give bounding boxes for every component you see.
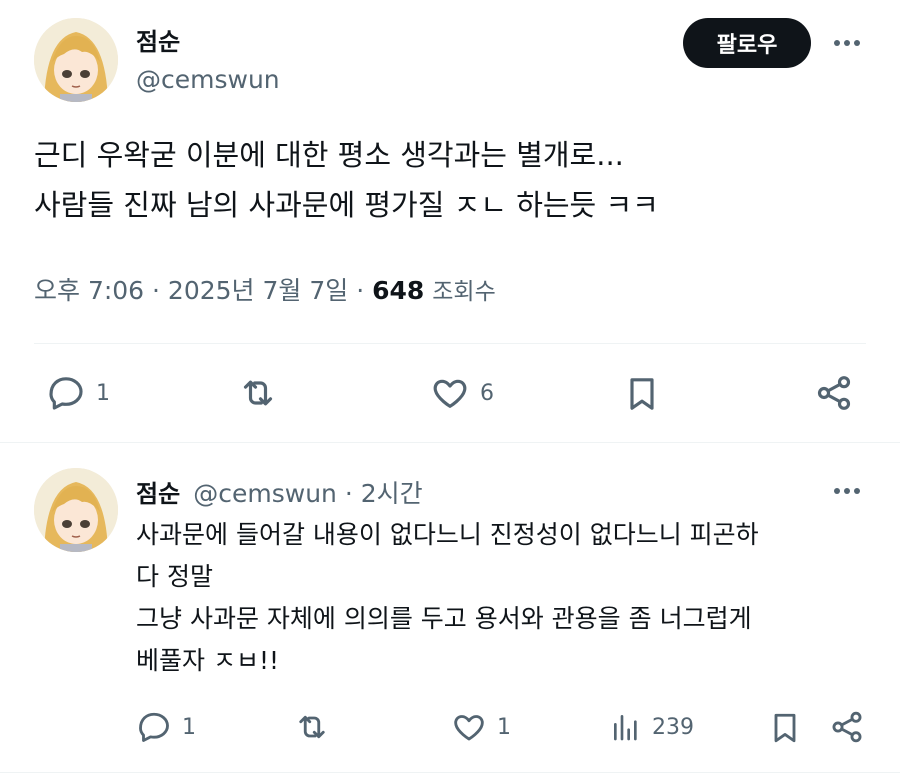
- reply-text-line-1: 사과문에 들어갈 내용이 없다느니 진정성이 없다느니 피곤하: [136, 520, 759, 549]
- view-count: 239: [652, 714, 694, 740]
- more-icon[interactable]: [834, 40, 860, 46]
- views-icon: [614, 715, 637, 741]
- reply-like-count: 1: [497, 714, 511, 740]
- reply-text-line-2: 다 정말: [136, 562, 213, 591]
- reply-reply-count: 1: [182, 714, 196, 740]
- reply-retweet-button[interactable]: [292, 709, 332, 745]
- reply-icon: [139, 712, 169, 742]
- reply-avatar[interactable]: [34, 468, 118, 552]
- like-button[interactable]: 6: [430, 373, 494, 413]
- reply-text-line-3: 그냥 사과문 자체에 의의를 두고 용서와 관용을 좀 너그럽게: [136, 604, 752, 633]
- reply-text-line-4: 베풀자 ㅈㅂ!!: [136, 646, 279, 675]
- bookmark-button[interactable]: [622, 373, 662, 415]
- author-handle[interactable]: @cemswun: [136, 65, 280, 94]
- bookmark-icon: [630, 378, 654, 410]
- timestamp[interactable]: 오후 7:06 · 2025년 7월 7일 ·: [34, 276, 364, 305]
- follow-button[interactable]: 팔로우: [683, 18, 811, 68]
- tweet-text-line-1: 근디 우왁굳 이분에 대한 평소 생각과는 별개로...: [34, 138, 624, 172]
- like-count: 6: [480, 380, 494, 406]
- bookmark-icon: [774, 713, 796, 743]
- avatar[interactable]: [34, 18, 118, 102]
- reply-like-button[interactable]: 1: [451, 709, 511, 745]
- tweet-meta: 오후 7:06 · 2025년 7월 7일 · 648 조회수: [34, 271, 496, 307]
- views-label: 조회수: [432, 279, 496, 305]
- reply-reply-button[interactable]: 1: [136, 709, 196, 745]
- reply-count: 1: [96, 380, 110, 406]
- share-icon: [832, 711, 862, 743]
- tweet-text-line-2: 사람들 진짜 남의 사과문에 평가질 ㅈㄴ 하는듯 ㅋㅋ: [34, 188, 659, 222]
- like-icon: [433, 379, 467, 408]
- reply-bookmark-button[interactable]: [767, 709, 803, 747]
- retweet-icon: [243, 380, 273, 406]
- divider: [0, 442, 900, 443]
- reply-button[interactable]: 1: [46, 373, 110, 413]
- reply-icon: [49, 377, 83, 410]
- share-icon: [817, 376, 851, 410]
- divider: [0, 772, 900, 773]
- share-button[interactable]: [814, 373, 854, 413]
- retweet-icon: [299, 715, 325, 739]
- reply-header: 점순 @cemswun · 2시간: [136, 474, 423, 510]
- views-button[interactable]: 239: [610, 709, 694, 745]
- views-count: 648: [372, 276, 425, 305]
- retweet-button[interactable]: [236, 373, 280, 413]
- author-name[interactable]: 점순: [136, 22, 180, 57]
- divider: [34, 343, 866, 344]
- reply-share-button[interactable]: [829, 709, 865, 745]
- like-icon: [454, 715, 484, 741]
- reply-handle-time[interactable]: @cemswun · 2시간: [193, 479, 422, 508]
- reply-more-icon[interactable]: [834, 488, 860, 494]
- reply-author-name[interactable]: 점순: [136, 480, 180, 508]
